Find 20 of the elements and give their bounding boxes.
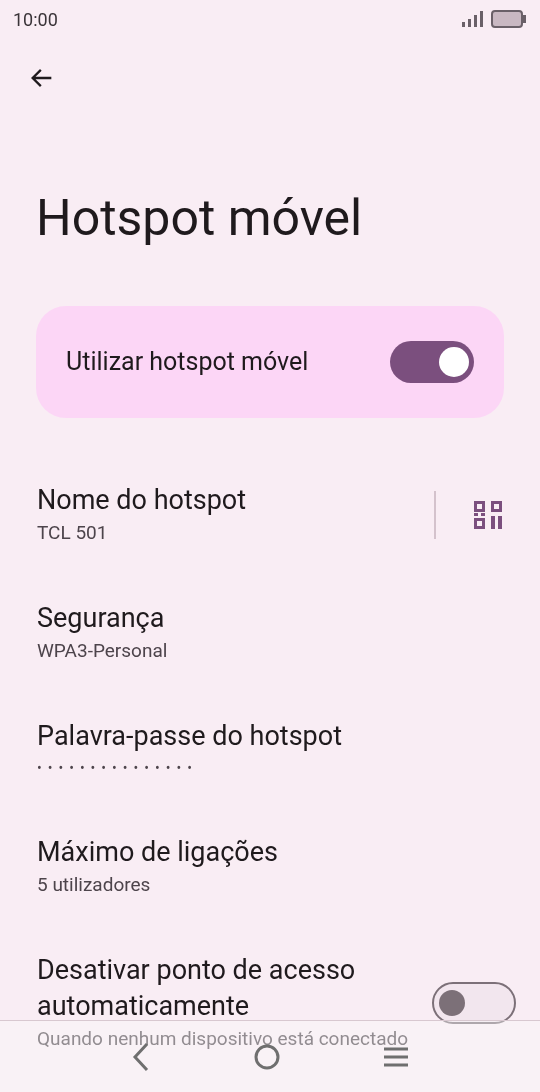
setting-value: TCL 501 (37, 520, 109, 546)
menu-icon[interactable] (382, 1046, 409, 1067)
setting-title[interactable]: Segurança (37, 600, 168, 636)
setting-value: Quando nenhum dispositivo está conectado (37, 1026, 410, 1052)
main-switch-card[interactable]: Utilizar hotspot móvel (36, 306, 504, 418)
toggle-switch[interactable] (390, 341, 474, 383)
setting-value: ••••••••••••••• (37, 759, 199, 778)
toggle-switch[interactable] (432, 982, 516, 1024)
setting-title[interactable]: Desativar ponto de acesso automaticamente (37, 952, 417, 1024)
setting-value: 5 utilizadores (37, 872, 152, 898)
setting-title[interactable]: Máximo de ligações (37, 834, 278, 870)
page-title: Hotspot móvel (35, 188, 364, 248)
main-switch-label: Utilizar hotspot móvel (66, 346, 309, 379)
setting-title[interactable]: Nome do hotspot (37, 482, 247, 518)
setting-title[interactable]: Palavra-passe do hotspot (37, 718, 342, 754)
status-time: 10:00 (13, 7, 58, 32)
setting-value: WPA3-Personal (37, 638, 168, 664)
battery-icon (491, 10, 527, 28)
qr-code-icon[interactable] (474, 501, 502, 529)
signal-icon (461, 11, 483, 27)
